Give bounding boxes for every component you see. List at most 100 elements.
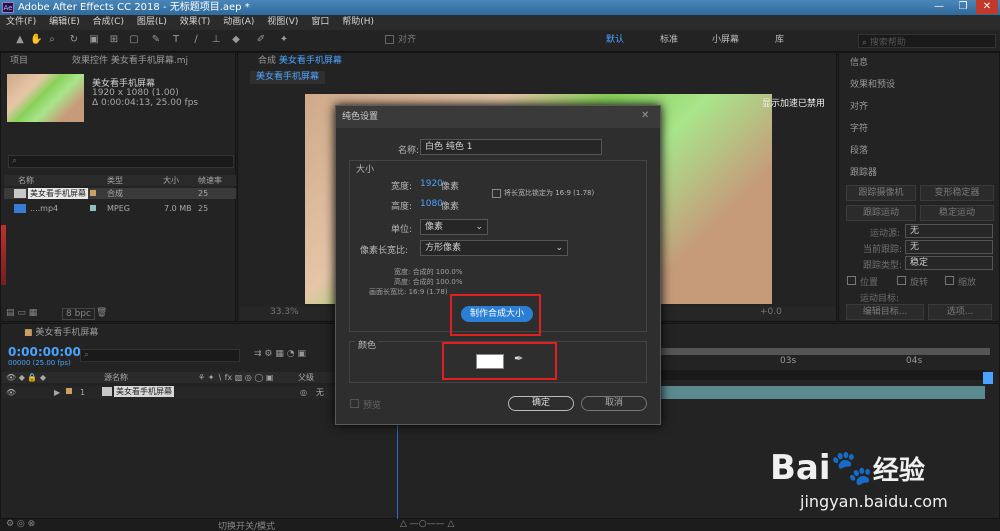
timeline-switch-icons[interactable]: ⇉ ⚙ ▦ ◔ ▣ bbox=[254, 349, 306, 359]
panel-align[interactable]: 对齐 bbox=[850, 100, 868, 114]
bpc-button[interactable]: 8 bpc bbox=[62, 308, 95, 320]
col-fps[interactable]: 帧速率 bbox=[198, 175, 222, 186]
dialog-close-icon[interactable]: ✕ bbox=[641, 110, 649, 121]
menu-effect[interactable]: 效果(T) bbox=[180, 17, 211, 27]
help-search-box[interactable]: ⌕ 搜索帮助 bbox=[858, 34, 996, 48]
stabilize-motion-button[interactable]: 稳定运动 bbox=[920, 205, 994, 221]
playhead-line[interactable] bbox=[397, 420, 398, 519]
color-section-title: 颜色 bbox=[356, 338, 379, 351]
height-value[interactable]: 1080 bbox=[420, 199, 443, 209]
maximize-button[interactable]: ❐ bbox=[952, 0, 974, 14]
comp-tab-label[interactable]: 合成 美女看手机屏幕 bbox=[258, 54, 342, 68]
menu-view[interactable]: 视图(V) bbox=[267, 17, 298, 27]
col-parent[interactable]: 父级 bbox=[298, 372, 314, 383]
workspace-small-screen[interactable]: 小屏幕 bbox=[712, 33, 739, 47]
list-item[interactable]: 美女看手机屏幕 合成 25 bbox=[4, 188, 236, 199]
type-tool-icon[interactable]: T bbox=[170, 34, 182, 46]
clone-stamp-tool-icon[interactable]: ⊥ bbox=[210, 34, 222, 46]
pixel-aspect-select[interactable]: 方形像素 ⌄ bbox=[420, 240, 568, 256]
brush-tool-icon[interactable]: ∕ bbox=[190, 34, 202, 46]
expand-chevron-icon[interactable]: ▶ bbox=[54, 387, 60, 398]
rotation-checkbox[interactable] bbox=[897, 276, 906, 285]
panel-info[interactable]: 信息 bbox=[850, 56, 868, 70]
pan-behind-tool-icon[interactable]: ⊞ bbox=[108, 34, 120, 46]
zoom-level[interactable]: 33.3% bbox=[270, 307, 299, 317]
exposure-value[interactable]: +0.0 bbox=[760, 307, 782, 317]
camera-tool-icon[interactable]: ▣ bbox=[88, 34, 100, 46]
lock-ratio-checkbox[interactable] bbox=[492, 189, 501, 198]
menu-file[interactable]: 文件(F) bbox=[6, 17, 36, 27]
timeline-navigator[interactable] bbox=[660, 370, 985, 380]
close-button[interactable]: ✕ bbox=[976, 0, 998, 14]
col-name[interactable]: 名称 bbox=[18, 175, 34, 186]
menu-window[interactable]: 窗口 bbox=[311, 17, 329, 27]
list-item[interactable]: ....mp4 MPEG 7.0 MB 25 bbox=[4, 203, 236, 214]
cancel-button[interactable]: 取消 bbox=[581, 396, 647, 411]
track-motion-button[interactable]: 跟踪运动 bbox=[846, 205, 916, 221]
width-value[interactable]: 1920 bbox=[420, 179, 443, 189]
menu-animation[interactable]: 动画(A) bbox=[223, 17, 254, 27]
parent-value[interactable]: 无 bbox=[316, 387, 324, 398]
solid-name-input[interactable]: 白色 纯色 1 bbox=[420, 139, 602, 155]
panel-character[interactable]: 字符 bbox=[850, 122, 868, 136]
search-icon: ⌕ bbox=[84, 350, 90, 360]
table-row[interactable]: 👁 ▶ 1 美女看手机屏幕 ◎ 无 bbox=[2, 386, 336, 399]
zoom-slider-icon[interactable]: △ —○—— △ bbox=[400, 519, 454, 529]
work-area-bar[interactable] bbox=[660, 348, 990, 355]
puppet-tool-icon[interactable]: ✦ bbox=[278, 34, 290, 46]
workspace-default[interactable]: 默认 bbox=[606, 33, 624, 47]
layer-duration-bar[interactable] bbox=[660, 386, 985, 399]
video-file-icon bbox=[14, 204, 26, 213]
ok-button[interactable]: 确定 bbox=[508, 396, 574, 411]
edit-target-button[interactable]: 编辑目标... bbox=[846, 304, 924, 320]
menu-edit[interactable]: 编辑(E) bbox=[49, 17, 80, 27]
menu-composition[interactable]: 合成(C) bbox=[93, 17, 124, 27]
rotate-tool-icon[interactable]: ↻ bbox=[68, 34, 80, 46]
align-checkbox[interactable] bbox=[385, 35, 394, 44]
position-checkbox[interactable] bbox=[847, 276, 856, 285]
zoom-tool-icon[interactable]: ⌕ bbox=[46, 34, 58, 46]
panel-tracker[interactable]: 跟踪器 bbox=[850, 166, 877, 180]
timeline-tab[interactable]: ■ 美女看手机屏幕 bbox=[24, 326, 98, 340]
track-camera-button[interactable]: 跟踪摄像机 bbox=[846, 185, 916, 201]
trash-icon[interactable]: 🗑 bbox=[96, 308, 107, 318]
end-marker-icon[interactable] bbox=[983, 372, 993, 384]
selection-tool-icon[interactable]: ▲ bbox=[14, 34, 26, 46]
eyedropper-icon[interactable]: ✒ bbox=[514, 352, 523, 365]
parent-pickwhip-icon[interactable]: ◎ bbox=[300, 387, 307, 398]
warp-stabilizer-button[interactable]: 变形稳定器 bbox=[920, 185, 994, 201]
workspace-standard[interactable]: 标准 bbox=[660, 33, 678, 47]
hand-tool-icon[interactable]: ✋ bbox=[30, 34, 42, 46]
roto-brush-tool-icon[interactable]: ✐ bbox=[255, 34, 267, 46]
comp-subtab[interactable]: 美女看手机屏幕 bbox=[250, 71, 326, 84]
units-select[interactable]: 像素 ⌄ bbox=[420, 219, 488, 235]
track-type-select[interactable]: 稳定 bbox=[905, 256, 993, 270]
eraser-tool-icon[interactable]: ◆ bbox=[230, 34, 242, 46]
toggle-switches-modes-button[interactable]: 切换开关/模式 bbox=[218, 519, 275, 531]
make-comp-size-button[interactable]: 制作合成大小 bbox=[461, 306, 533, 322]
col-size[interactable]: 大小 bbox=[163, 175, 179, 186]
tab-project[interactable]: 项目 bbox=[10, 54, 28, 68]
color-swatch[interactable] bbox=[476, 354, 504, 369]
menu-layer[interactable]: 图层(L) bbox=[137, 17, 167, 27]
visibility-eye-icon[interactable]: 👁 bbox=[6, 387, 16, 398]
motion-source-select[interactable]: 无 bbox=[905, 224, 993, 238]
col-type[interactable]: 类型 bbox=[107, 175, 123, 186]
current-track-select[interactable]: 无 bbox=[905, 240, 993, 254]
project-search-input[interactable]: ⌕ bbox=[8, 155, 234, 168]
preview-checkbox[interactable] bbox=[350, 399, 359, 408]
menu-help[interactable]: 帮助(H) bbox=[342, 17, 374, 27]
pen-tool-icon[interactable]: ✎ bbox=[150, 34, 162, 46]
panel-paragraph[interactable]: 段落 bbox=[850, 144, 868, 158]
layer-name[interactable]: 美女看手机屏幕 bbox=[114, 386, 174, 397]
mask-tool-icon[interactable]: ▢ bbox=[128, 34, 140, 46]
options-button[interactable]: 选项... bbox=[928, 304, 992, 320]
panel-effects-presets[interactable]: 效果和预设 bbox=[850, 78, 895, 92]
scale-checkbox[interactable] bbox=[945, 276, 954, 285]
minimize-button[interactable]: — bbox=[928, 0, 950, 14]
current-timecode[interactable]: 0:00:00:00 bbox=[8, 345, 81, 359]
workspace-library[interactable]: 库 bbox=[775, 33, 784, 47]
timeline-search-input[interactable]: ⌕ bbox=[80, 349, 240, 362]
col-source-name[interactable]: 源名称 bbox=[104, 372, 128, 383]
tab-effect-controls[interactable]: 效果控件 美女看手机屏幕.mj bbox=[72, 54, 188, 68]
